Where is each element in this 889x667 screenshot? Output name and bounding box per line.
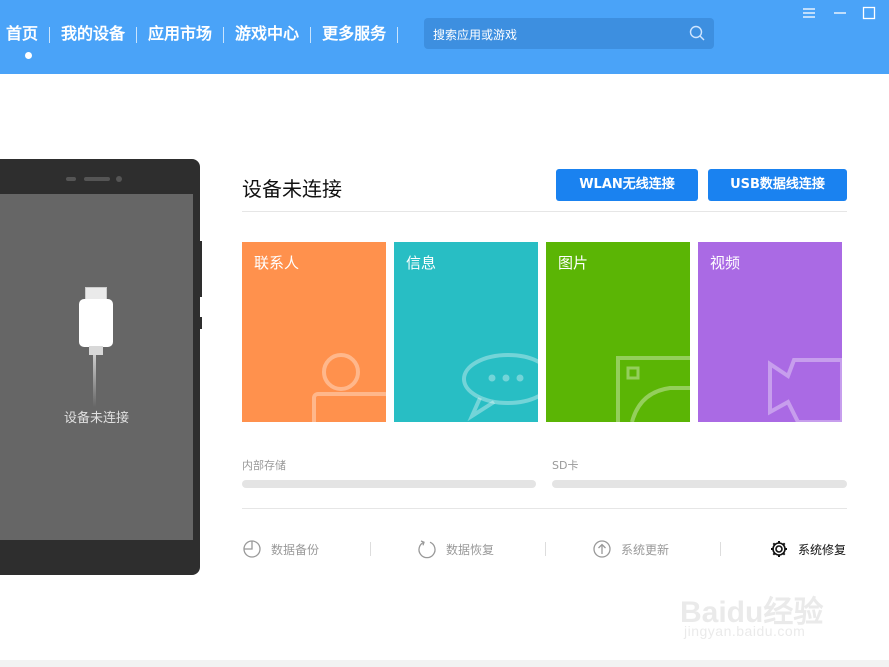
watermark-url: jingyan.baidu.com xyxy=(684,623,806,639)
phone-sensor xyxy=(66,177,76,181)
top-bar: 首页 我的设备 应用市场 游戏中心 更多服务 搜索应用或游戏 xyxy=(0,0,889,74)
phone-side-button xyxy=(198,241,202,297)
main-nav: 首页 我的设备 应用市场 游戏中心 更多服务 xyxy=(0,0,399,74)
internal-storage-bar xyxy=(242,480,536,488)
tile-messages-label: 信息 xyxy=(406,254,437,272)
tile-videos-label: 视频 xyxy=(710,254,741,272)
restore-label: 数据恢复 xyxy=(446,542,495,557)
wlan-connect-button[interactable]: WLAN无线连接 xyxy=(556,169,698,201)
nav-more-services[interactable]: 更多服务 xyxy=(311,23,397,45)
tool-divider xyxy=(370,542,371,556)
phone-illustration: 设备未连接 xyxy=(0,159,202,575)
maximize-icon[interactable] xyxy=(862,6,876,20)
phone-camera xyxy=(116,176,122,182)
backup-label: 数据备份 xyxy=(271,542,320,557)
nav-my-device[interactable]: 我的设备 xyxy=(50,23,136,45)
backup-button[interactable]: 数据备份 xyxy=(242,538,319,560)
search-input[interactable]: 搜索应用或游戏 xyxy=(424,18,714,49)
restore-icon xyxy=(418,540,436,559)
tile-videos[interactable]: 视频 xyxy=(698,242,842,422)
tool-divider xyxy=(720,542,721,556)
sd-card-bar xyxy=(552,480,847,488)
nav-game-center-label: 游戏中心 xyxy=(235,24,300,43)
backup-icon xyxy=(243,540,261,558)
nav-more-services-label: 更多服务 xyxy=(322,24,387,43)
search-icon[interactable] xyxy=(689,25,705,41)
nav-my-device-label: 我的设备 xyxy=(61,24,126,43)
system-repair-label: 系统修复 xyxy=(798,542,847,557)
connection-status-title: 设备未连接 xyxy=(242,177,342,201)
nav-app-market-label: 应用市场 xyxy=(148,24,213,43)
nav-home-label: 首页 xyxy=(6,24,39,43)
usb-cable-icon xyxy=(93,355,96,407)
sd-card-label: SD卡 xyxy=(552,459,579,472)
tool-divider xyxy=(545,542,546,556)
usb-connector-icon xyxy=(79,299,113,347)
tile-contacts-label: 联系人 xyxy=(254,254,300,272)
phone-side-button xyxy=(198,317,202,329)
baidu-watermark: Baidu经验 jingyan.baidu.com xyxy=(680,575,850,645)
tile-pictures[interactable]: 图片 xyxy=(546,242,690,422)
contacts-icon xyxy=(312,353,386,422)
restore-button[interactable]: 数据恢复 xyxy=(417,538,494,560)
usb-connect-button[interactable]: USB数据线连接 xyxy=(708,169,847,201)
nav-game-center[interactable]: 游戏中心 xyxy=(224,23,310,45)
nav-divider xyxy=(397,27,399,43)
minimize-icon[interactable] xyxy=(833,6,847,20)
pictures-icon xyxy=(616,356,690,422)
nav-app-market[interactable]: 应用市场 xyxy=(137,23,223,45)
system-repair-button[interactable]: 系统修复 xyxy=(769,538,846,560)
phone-status-label: 设备未连接 xyxy=(63,411,129,426)
tile-contacts[interactable]: 联系人 xyxy=(242,242,386,422)
system-update-button[interactable]: 系统更新 xyxy=(592,538,669,560)
messages-icon xyxy=(462,353,538,422)
videos-icon xyxy=(768,358,842,422)
search-placeholder: 搜索应用或游戏 xyxy=(433,28,518,42)
bottom-strip xyxy=(0,660,889,667)
gear-icon xyxy=(771,541,787,557)
active-indicator xyxy=(24,52,32,59)
tile-pictures-label: 图片 xyxy=(558,254,589,272)
system-update-label: 系统更新 xyxy=(621,542,670,557)
update-icon xyxy=(593,540,611,558)
tools-divider xyxy=(242,508,847,509)
internal-storage-label: 内部存储 xyxy=(242,459,286,472)
phone-screen xyxy=(0,194,193,540)
usb-neck xyxy=(89,346,103,355)
tile-messages[interactable]: 信息 xyxy=(394,242,538,422)
menu-icon[interactable] xyxy=(802,6,816,20)
nav-home[interactable]: 首页 xyxy=(0,23,49,59)
phone-speaker xyxy=(84,177,110,181)
header-divider xyxy=(242,211,847,212)
